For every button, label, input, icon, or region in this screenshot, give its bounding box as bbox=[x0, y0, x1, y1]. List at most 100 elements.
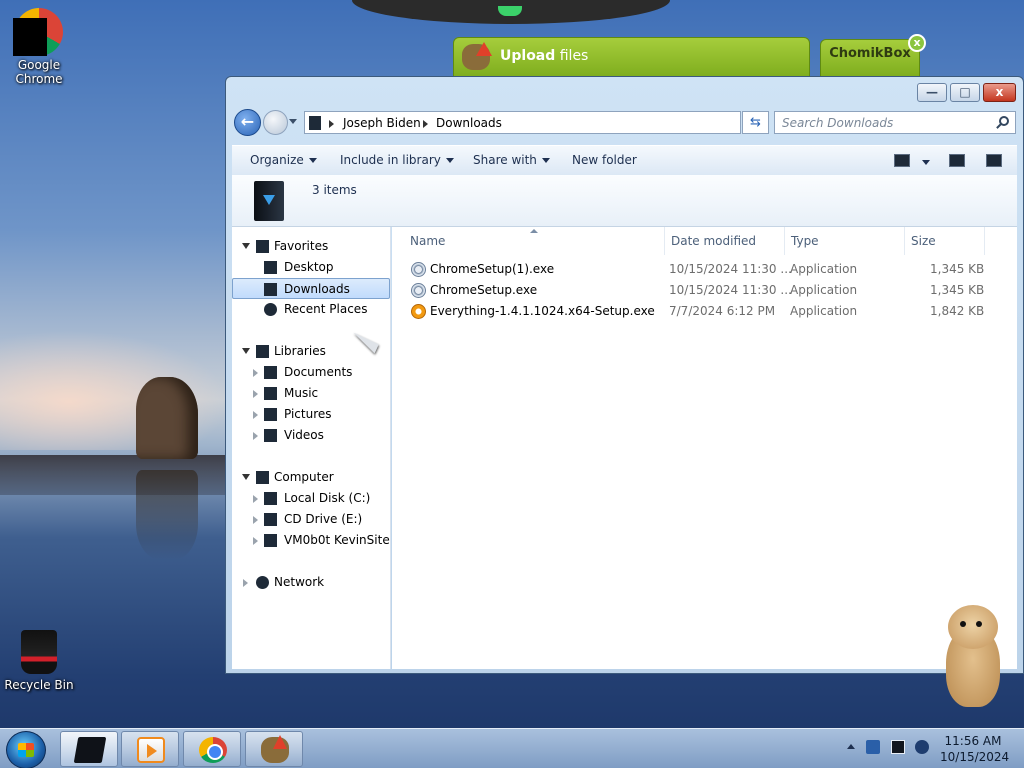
organize-menu[interactable]: Organize bbox=[250, 153, 317, 167]
nav-local-disk[interactable]: Local Disk (C:) bbox=[232, 488, 390, 509]
column-header-size[interactable]: Size bbox=[905, 227, 985, 255]
back-button[interactable]: ← bbox=[234, 109, 261, 136]
hamster-head bbox=[948, 605, 998, 649]
expand-arrow-icon[interactable] bbox=[242, 243, 250, 249]
file-list: Name Date modified Type Size ChromeSetup… bbox=[392, 227, 1017, 669]
file-row[interactable]: Everything-1.4.1.1024.x64-Setup.exe 7/7/… bbox=[406, 301, 1006, 322]
taskbar-media-player-button[interactable] bbox=[121, 731, 179, 767]
breadcrumb-joseph-biden[interactable]: Joseph Biden bbox=[343, 116, 421, 130]
installer-icon bbox=[411, 262, 426, 277]
chevron-down-icon bbox=[308, 158, 317, 163]
show-hidden-icons-icon[interactable] bbox=[847, 744, 855, 749]
collapse-arrow-icon[interactable] bbox=[253, 411, 258, 419]
navigation-pane: Favorites Desktop Downloads Recent Place… bbox=[232, 227, 391, 669]
taskbar: 11:56 AM 10/15/2024 bbox=[0, 728, 1024, 768]
top-widget-notch bbox=[352, 0, 670, 24]
nav-desktop[interactable]: Desktop bbox=[232, 257, 390, 278]
tray-monitor-icon[interactable] bbox=[891, 740, 905, 754]
search-input[interactable]: Search Downloads bbox=[774, 111, 1016, 134]
cd-drive-icon bbox=[264, 513, 277, 526]
chomikbox-button[interactable]: ChomikBox bbox=[820, 39, 920, 77]
taskbar-explorer-button[interactable] bbox=[60, 731, 118, 767]
view-options-dropdown-icon[interactable] bbox=[922, 160, 930, 165]
forward-button[interactable] bbox=[263, 110, 288, 135]
refresh-button[interactable]: ⇆ bbox=[742, 111, 769, 134]
breadcrumb-downloads[interactable]: Downloads bbox=[436, 116, 502, 130]
libraries-icon bbox=[256, 345, 269, 358]
explorer-icon bbox=[73, 737, 107, 763]
collapse-arrow-icon[interactable] bbox=[243, 579, 248, 587]
collapse-arrow-icon[interactable] bbox=[253, 537, 258, 545]
item-count: 3 items bbox=[312, 183, 357, 197]
expand-arrow-icon[interactable] bbox=[242, 474, 250, 480]
chrome-icon bbox=[13, 8, 63, 56]
preview-pane-icon[interactable] bbox=[949, 154, 965, 167]
upload-files-label: Upload files bbox=[500, 48, 589, 64]
nav-videos[interactable]: Videos bbox=[232, 425, 390, 446]
minimize-button[interactable]: — bbox=[917, 83, 947, 102]
navigation-row: ← Joseph Biden Downloads ⇆ Search Downlo… bbox=[226, 107, 1023, 139]
wallpaper-rock-reflection bbox=[136, 470, 198, 560]
column-header-type[interactable]: Type bbox=[785, 227, 905, 255]
nav-favorites[interactable]: Favorites bbox=[232, 236, 390, 257]
nav-computer[interactable]: Computer bbox=[232, 467, 390, 488]
collapse-arrow-icon[interactable] bbox=[253, 516, 258, 524]
search-icon[interactable] bbox=[999, 116, 1009, 126]
nav-music[interactable]: Music bbox=[232, 383, 390, 404]
column-header-date-modified[interactable]: Date modified bbox=[665, 227, 785, 255]
collapse-arrow-icon[interactable] bbox=[253, 369, 258, 377]
expand-arrow-icon[interactable] bbox=[242, 348, 250, 354]
taskbar-chomikbox-button[interactable] bbox=[245, 731, 303, 767]
nav-recent-places[interactable]: Recent Places bbox=[232, 299, 390, 320]
file-row[interactable]: ChromeSetup.exe 10/15/2024 11:30 ... App… bbox=[406, 280, 1006, 301]
recent-places-icon bbox=[264, 303, 277, 316]
title-bar[interactable]: — □ x bbox=[226, 77, 1023, 107]
desktop-icon-label: Recycle Bin bbox=[4, 678, 74, 692]
collapse-arrow-icon[interactable] bbox=[253, 390, 258, 398]
recycle-bin-icon bbox=[21, 630, 57, 674]
tray-network-icon[interactable] bbox=[866, 740, 880, 754]
taskbar-chrome-button[interactable] bbox=[183, 731, 241, 767]
help-icon[interactable] bbox=[986, 154, 1002, 167]
hamster-eye bbox=[976, 621, 982, 627]
music-icon bbox=[264, 387, 277, 400]
maximize-button[interactable]: □ bbox=[950, 83, 980, 102]
downloads-icon bbox=[264, 283, 277, 296]
nav-cd-drive[interactable]: CD Drive (E:) bbox=[232, 509, 390, 530]
computer-icon bbox=[256, 471, 269, 484]
desktop-icon-google-chrome[interactable]: Google Chrome bbox=[4, 8, 74, 86]
close-button[interactable]: x bbox=[983, 83, 1016, 102]
desktop-icon-label: Chrome bbox=[15, 72, 63, 86]
nav-downloads[interactable]: Downloads bbox=[232, 278, 390, 299]
desktop-icon-recycle-bin[interactable]: Recycle Bin bbox=[4, 630, 74, 692]
column-header-name[interactable]: Name bbox=[404, 227, 665, 255]
change-view-icon[interactable] bbox=[894, 154, 910, 167]
system-clock[interactable]: 11:56 AM 10/15/2024 bbox=[940, 733, 1009, 765]
media-player-icon bbox=[137, 737, 165, 763]
collapse-arrow-icon[interactable] bbox=[253, 495, 258, 503]
hamster-mascot[interactable] bbox=[940, 605, 1006, 710]
breadcrumb-separator-icon[interactable] bbox=[423, 120, 428, 128]
nav-documents[interactable]: Documents bbox=[232, 362, 390, 383]
collapse-arrow-icon[interactable] bbox=[253, 432, 258, 440]
file-row[interactable]: ChromeSetup(1).exe 10/15/2024 11:30 ... … bbox=[406, 259, 1006, 280]
include-in-library-menu[interactable]: Include in library bbox=[340, 153, 454, 167]
computer-icon bbox=[309, 116, 321, 130]
share-with-menu[interactable]: Share with bbox=[473, 153, 550, 167]
hamster-eye bbox=[960, 621, 966, 627]
new-folder-button[interactable]: New folder bbox=[572, 153, 637, 167]
recent-pages-dropdown-icon[interactable] bbox=[289, 119, 297, 124]
desktop-icon bbox=[264, 261, 277, 274]
address-bar[interactable]: Joseph Biden Downloads bbox=[304, 111, 815, 134]
videos-icon bbox=[264, 429, 277, 442]
wallpaper-rock bbox=[136, 377, 198, 459]
chomikbox-close-icon[interactable]: x bbox=[908, 34, 926, 52]
nav-pictures[interactable]: Pictures bbox=[232, 404, 390, 425]
nav-network[interactable]: Network bbox=[232, 572, 390, 593]
start-button[interactable] bbox=[6, 731, 46, 768]
tray-volume-icon[interactable] bbox=[915, 740, 929, 754]
upload-files-widget[interactable]: Upload files bbox=[453, 37, 810, 77]
network-icon bbox=[256, 576, 269, 589]
nav-vm-share[interactable]: VM0b0t KevinSite bbox=[232, 530, 390, 551]
breadcrumb-separator-icon[interactable] bbox=[329, 120, 334, 128]
